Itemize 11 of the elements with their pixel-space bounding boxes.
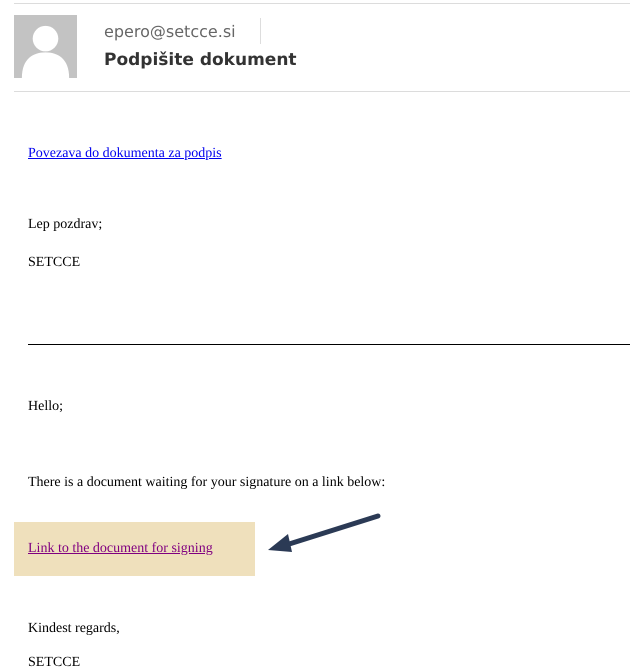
document-link[interactable]: Link to the document for signing	[28, 541, 213, 556]
document-link[interactable]: Povezava do dokumenta za podpis	[28, 146, 222, 161]
body-text: SETCCE	[28, 255, 80, 270]
body-text: Hello;	[28, 399, 63, 414]
body-text: Kindest regards,	[28, 621, 120, 636]
body-text: SETCCE	[28, 655, 80, 670]
sender-email: epero@setcce.si	[104, 22, 236, 40]
email-subject: Podpišite dokument	[104, 50, 297, 70]
body-text: Lep pozdrav;	[28, 217, 102, 232]
body-text: There is a document waiting for your signature on a link below:	[28, 475, 386, 490]
avatar-icon	[14, 15, 77, 78]
